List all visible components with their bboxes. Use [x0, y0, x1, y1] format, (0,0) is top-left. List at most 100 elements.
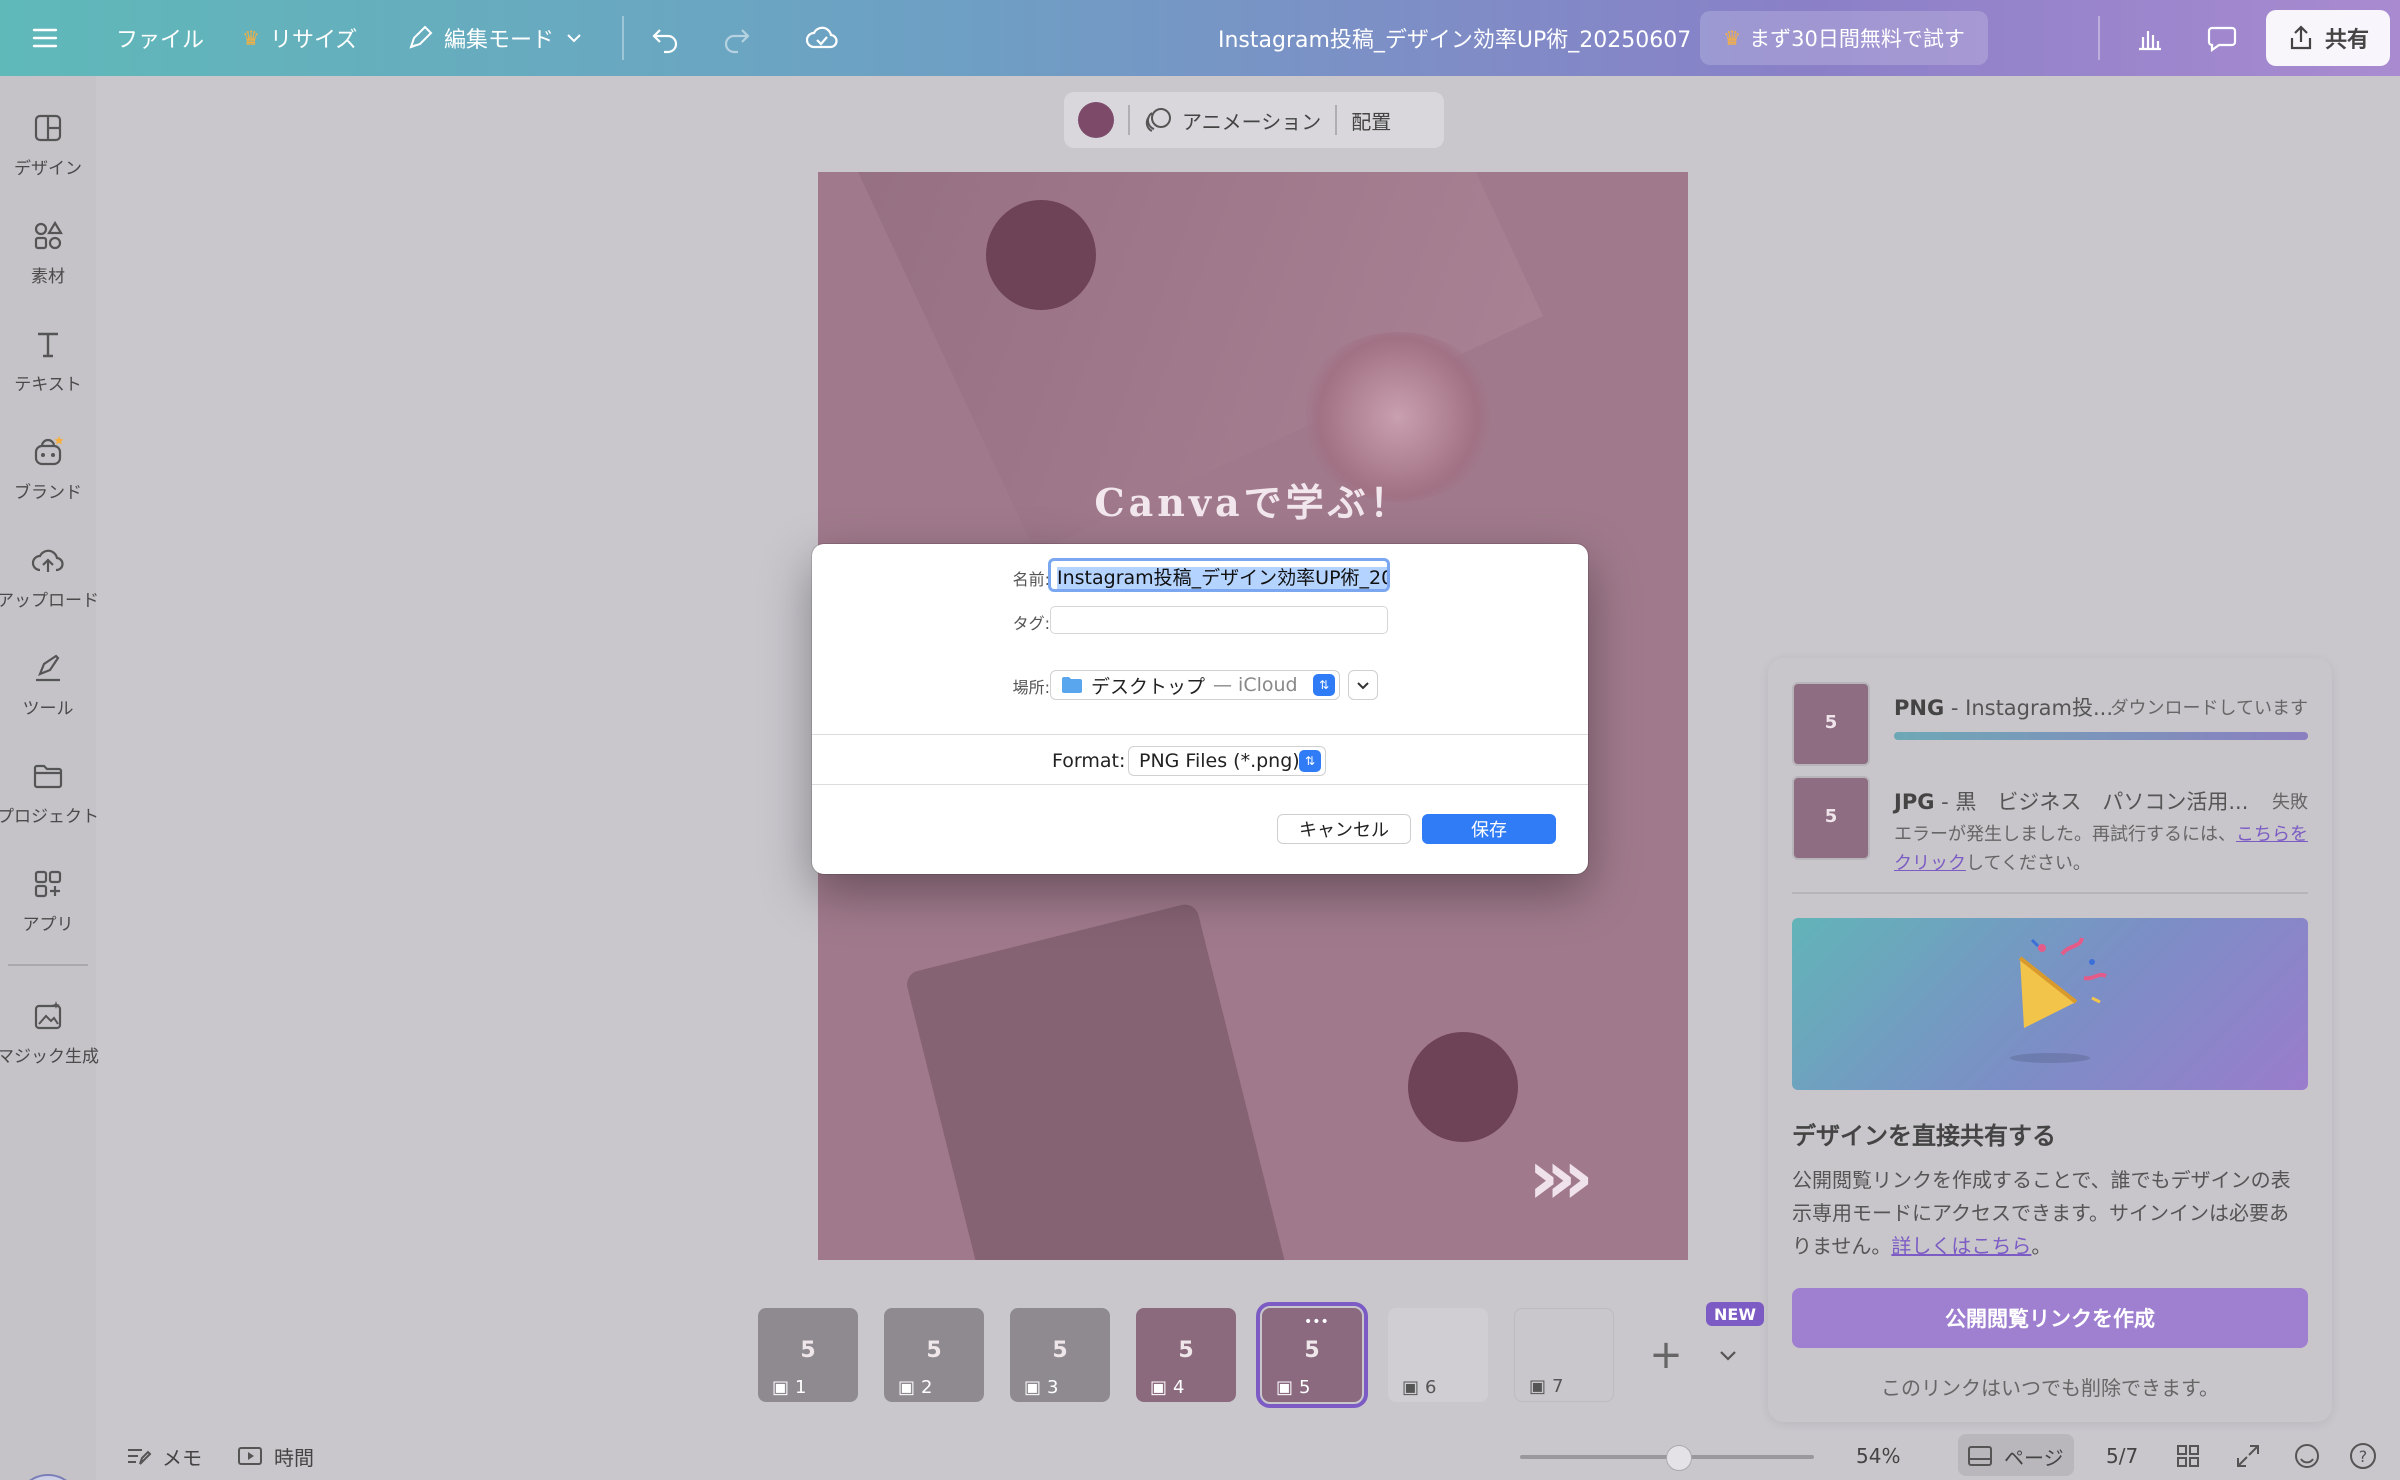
zoom-level[interactable]: 54% — [1856, 1432, 1900, 1480]
redo-button[interactable] — [712, 14, 760, 62]
notes-icon — [128, 1449, 152, 1465]
save-status-button[interactable] — [798, 14, 846, 62]
menu-button[interactable] — [30, 0, 60, 76]
filename-input[interactable]: Instagram投稿_デザイン効率UP術_20 — [1048, 558, 1390, 592]
insights-button[interactable] — [2126, 14, 2174, 62]
divider — [812, 784, 1588, 785]
sidebar-item-apps[interactable]: アプリ — [0, 866, 96, 966]
save-button[interactable]: 保存 — [1422, 814, 1556, 844]
photo-cup — [1408, 1032, 1518, 1142]
more-options-icon[interactable]: ••• — [1304, 1314, 1329, 1330]
share-button[interactable]: 共有 — [2266, 10, 2390, 66]
page-thumbnail[interactable]: ▣ 7 — [1514, 1308, 1614, 1402]
thumb-digit: 5 — [1178, 1338, 1194, 1363]
page-number: ▣ 2 — [898, 1377, 932, 1398]
download-error-message: エラーが発生しました。再試行するには、こちらをクリックしてください。 — [1894, 820, 2308, 878]
format-value: PNG Files (*.png) — [1139, 750, 1300, 772]
thumb-digit: 5 — [1824, 712, 1838, 733]
undo-icon — [652, 29, 678, 54]
file-menu[interactable]: ファイル — [116, 0, 204, 76]
help-glyph: ? — [2359, 1447, 2368, 1466]
bar-chart-icon — [2139, 31, 2161, 51]
sidebar-item-brand[interactable]: ブランド — [0, 434, 96, 534]
pencil-icon — [409, 25, 433, 49]
save-dialog: 名前: Instagram投稿_デザイン効率UP術_20 タグ: 場所: デスク… — [812, 544, 1588, 874]
page-thumbnail[interactable]: 5 ▣ 3 — [1010, 1308, 1110, 1402]
page-thumbnail[interactable]: 5 ▣ 2 — [884, 1308, 984, 1402]
page-thumbnail-active[interactable]: ••• 5 ▣ 5 — [1256, 1302, 1368, 1408]
download-status-failed: 失敗 — [2272, 792, 2308, 813]
sidebar-item-design[interactable]: デザイン — [0, 110, 96, 210]
free-trial-button[interactable]: ♛ まず30日間無料で試す — [1700, 11, 1988, 65]
page-number-text: 1 — [795, 1377, 807, 1398]
photo-keyboard — [904, 901, 1292, 1260]
arrange-button[interactable]: 配置 — [1351, 106, 1391, 135]
grid-icon — [2177, 1445, 2199, 1467]
page-count[interactable]: 5/7 — [2106, 1432, 2138, 1480]
sidebar-item-projects[interactable]: プロジェクト — [0, 758, 99, 858]
cancel-button[interactable]: キャンセル — [1277, 814, 1411, 844]
thumb-digit: 5 — [1824, 806, 1838, 827]
color-swatch[interactable] — [1078, 102, 1114, 138]
sidebar-item-elements[interactable]: 素材 — [0, 218, 96, 318]
magic-assistant-button[interactable] — [16, 1474, 80, 1480]
comments-button[interactable] — [2198, 14, 2246, 62]
notes-button[interactable]: メモ — [124, 1432, 202, 1480]
edit-mode-dropdown[interactable]: 編集モード — [406, 0, 584, 76]
page-number-text: 2 — [921, 1377, 933, 1398]
animation-button[interactable]: アニメーション — [1182, 106, 1321, 135]
sidebar-item-label: テキスト — [14, 375, 82, 395]
download-item-png: 5 PNG - Instagram投... ダウンロードしています — [1792, 682, 2308, 770]
help-button[interactable]: ? — [2348, 1432, 2378, 1480]
sidebar-item-label: マジック生成 — [0, 1047, 99, 1067]
feedback-button[interactable] — [2292, 1432, 2322, 1480]
heart-icon: ▣ — [1529, 1376, 1547, 1397]
timer-label: 時間 — [274, 1445, 314, 1470]
sidebar-item-text[interactable]: テキスト — [0, 326, 96, 426]
create-public-link-button[interactable]: 公開閲覧リンクを作成 — [1792, 1288, 2308, 1348]
download-thumbnail: 5 — [1792, 776, 1870, 860]
document-title[interactable]: Instagram投稿_デザイン効率UP術_20250607 — [1218, 0, 1691, 76]
apps-icon — [34, 870, 62, 898]
share-label: 共有 — [2324, 28, 2369, 53]
page-number-text: 6 — [1425, 1377, 1437, 1398]
upload-share-icon — [2290, 25, 2312, 50]
page-thumbnail[interactable]: 5 ▣ 1 — [758, 1308, 858, 1402]
design-arrows[interactable]: ››› — [1528, 1132, 1594, 1221]
zoom-slider-handle[interactable] — [1665, 1445, 1692, 1471]
timer-button[interactable]: 時間 — [236, 1432, 314, 1480]
free-trial-label: まず30日間無料で試す — [1749, 27, 1965, 51]
heart-icon: ▣ — [772, 1377, 790, 1398]
tags-input[interactable] — [1050, 606, 1388, 634]
left-sidebar: デザイン 素材 テキスト ブランド アップロード ツール プロジェクト アプリ … — [0, 76, 99, 1480]
location-select[interactable]: デスクトップ — iCloud ⇅ — [1050, 670, 1340, 700]
page-thumbnail[interactable]: ▣ 6 — [1388, 1308, 1488, 1402]
sidebar-item-tools[interactable]: ツール — [0, 650, 96, 750]
share-heading: デザインを直接共有する — [1792, 1122, 2056, 1150]
learn-more-link[interactable]: 詳しくはこちら — [1891, 1234, 2031, 1258]
design-headline[interactable]: Canvaで学ぶ！ — [818, 472, 1688, 527]
thumb-digit: 5 — [926, 1338, 942, 1363]
page-number: ▣ 4 — [1150, 1377, 1184, 1398]
sidebar-item-uploads[interactable]: アップロード — [0, 542, 99, 642]
page-thumbnail[interactable]: 5 ▣ 4 — [1136, 1308, 1236, 1402]
shapes-icon — [34, 220, 63, 250]
page-view-toggle[interactable]: ページ — [1966, 1432, 2064, 1480]
error-text: エラーが発生しました。再試行するには、 — [1894, 824, 2236, 845]
expand-dialog-button[interactable] — [1348, 670, 1378, 700]
location-value: デスクトップ — [1091, 675, 1206, 698]
format-select[interactable]: PNG Files (*.png) ⇅ — [1128, 746, 1326, 776]
divider — [1792, 892, 2308, 894]
grid-view-button[interactable] — [2174, 1432, 2202, 1480]
error-text: してください。 — [1966, 853, 2091, 874]
add-page-button[interactable]: + — [1636, 1308, 1696, 1402]
fullscreen-button[interactable] — [2234, 1432, 2262, 1480]
sidebar-item-magic-media[interactable]: マジック生成 — [0, 998, 99, 1098]
heart-icon: ▣ — [1024, 1377, 1042, 1398]
download-thumbnail: 5 — [1792, 682, 1870, 766]
resize-button[interactable]: ♛ リサイズ — [242, 0, 357, 76]
undo-button[interactable] — [642, 14, 690, 62]
divider — [622, 16, 624, 60]
animation-icon — [1145, 108, 1171, 132]
share-illustration — [1792, 918, 2308, 1090]
